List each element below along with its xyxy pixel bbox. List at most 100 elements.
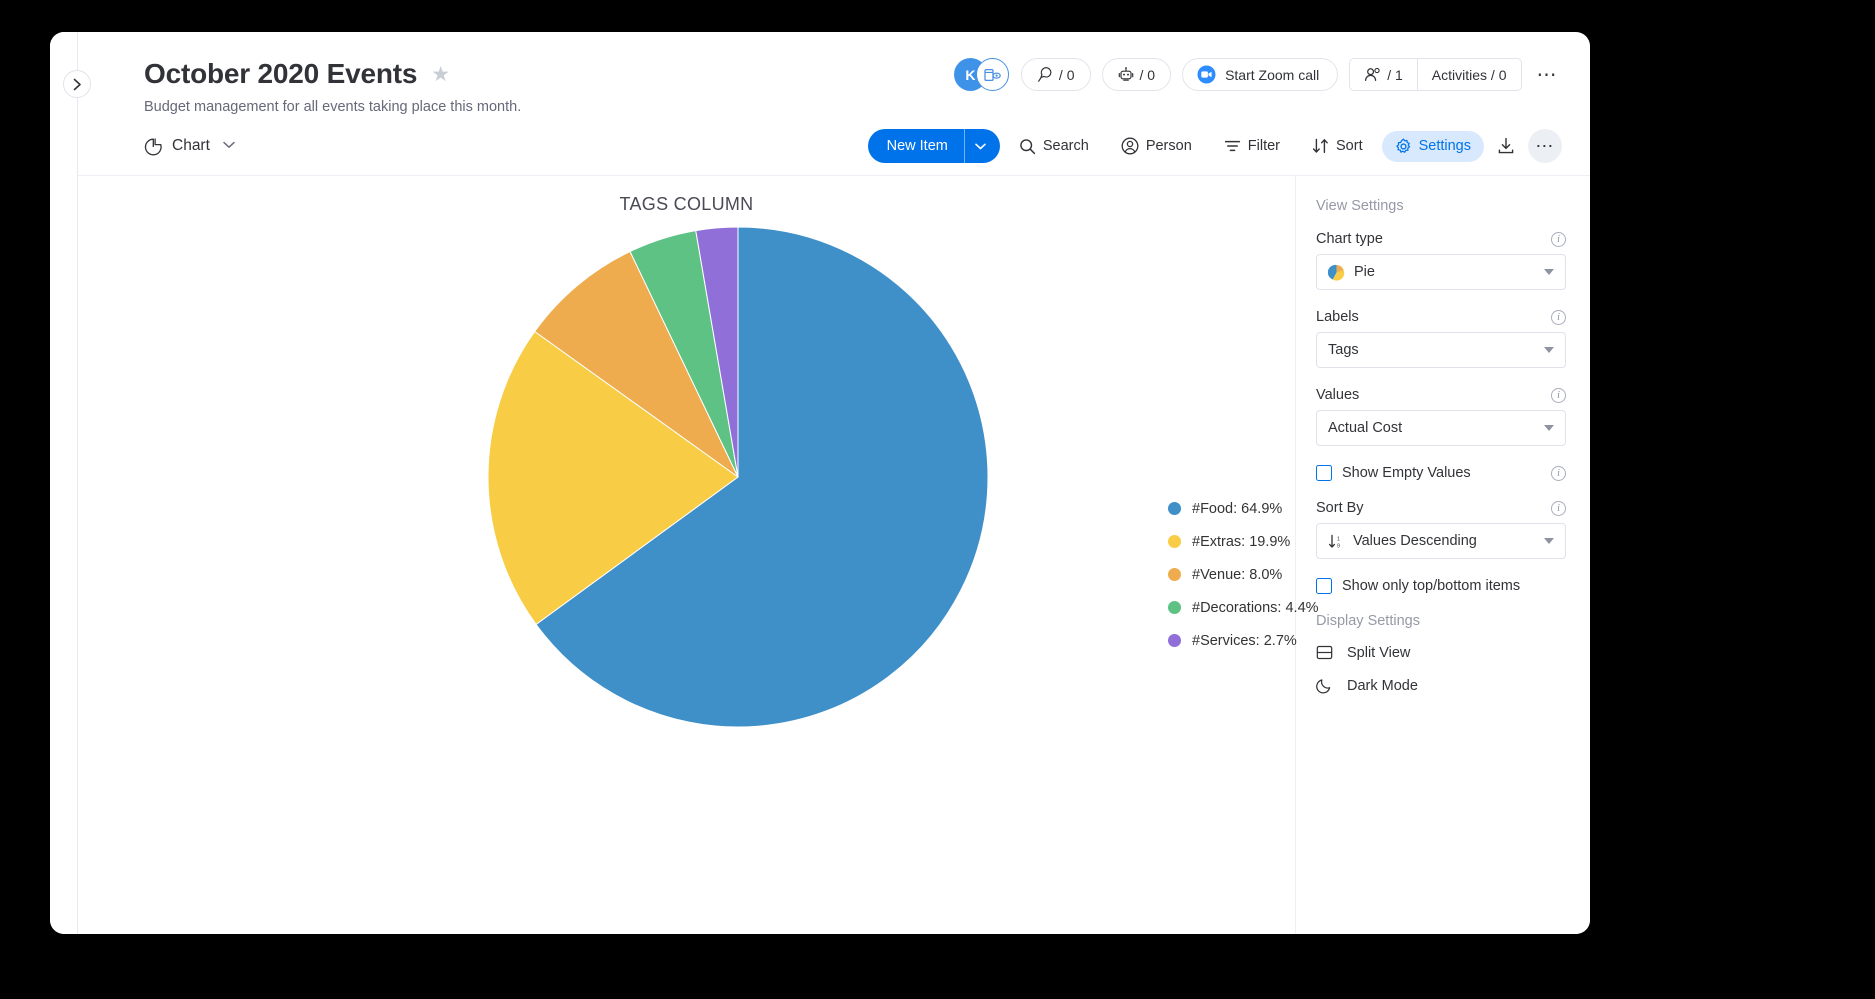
board-members-button[interactable]: / 1 <box>1350 59 1417 90</box>
values-value: Actual Cost <box>1328 420 1402 436</box>
svg-text:1: 1 <box>1337 536 1340 542</box>
split-view-icon <box>1316 644 1333 661</box>
header-actions: K <box>954 58 1562 91</box>
automations-button[interactable]: / 0 <box>1102 58 1172 91</box>
view-settings-title: View Settings <box>1316 198 1566 214</box>
board-body: TAGS COLUMN #Food: 64.9% #Extras: 19.9% #V… <box>78 175 1590 934</box>
show-empty-values-checkbox[interactable] <box>1316 465 1332 481</box>
legend-label: #Decorations: 4.4% <box>1192 600 1319 616</box>
display-settings-title: Display Settings <box>1316 613 1566 629</box>
automations-count: / 0 <box>1140 67 1156 83</box>
sort-button[interactable]: Sort <box>1299 131 1376 161</box>
members-count: / 1 <box>1387 67 1403 83</box>
moon-icon <box>1316 677 1333 694</box>
updates-button[interactable]: / 0 <box>1021 58 1091 91</box>
chart-title: TAGS COLUMN <box>78 176 1295 215</box>
chart-type-label: Chart type <box>1316 231 1383 247</box>
svg-text:9: 9 <box>1337 543 1340 549</box>
split-view-label: Split View <box>1347 645 1410 661</box>
robot-icon <box>1118 67 1134 83</box>
chevron-down-icon <box>1544 538 1554 544</box>
split-view-option[interactable]: Split View <box>1316 644 1566 661</box>
legend-label: #Services: 2.7% <box>1192 633 1297 649</box>
values-select[interactable]: Actual Cost <box>1316 410 1566 446</box>
start-zoom-call-button[interactable]: Start Zoom call <box>1182 58 1338 91</box>
info-icon[interactable]: i <box>1551 466 1566 481</box>
filter-label: Filter <box>1248 138 1280 154</box>
chart-type-value: Pie <box>1354 264 1375 280</box>
activities-label: Activities / 0 <box>1432 67 1507 83</box>
left-rail <box>50 32 78 934</box>
view-toolbar: Chart New Item <box>78 115 1590 175</box>
dark-mode-option[interactable]: Dark Mode <box>1316 677 1566 694</box>
show-empty-values-row[interactable]: Show Empty Values i <box>1316 465 1566 481</box>
show-top-bottom-label: Show only top/bottom items <box>1342 578 1520 594</box>
chart-canvas: #Food: 64.9%#Extras: 19.9%#Venue: 8.0%#D… <box>78 215 1295 934</box>
legend-item[interactable]: #Decorations: 4.4% <box>1168 600 1319 616</box>
legend-item[interactable]: #Extras: 19.9% <box>1168 534 1319 550</box>
info-icon[interactable]: i <box>1551 388 1566 403</box>
info-icon[interactable]: i <box>1551 232 1566 247</box>
labels-select[interactable]: Tags <box>1316 332 1566 368</box>
toolbar-actions: New Item Search <box>868 129 1562 163</box>
activities-button[interactable]: Activities / 0 <box>1417 59 1521 90</box>
person-label: Person <box>1146 138 1192 154</box>
chart-type-label-row: Chart type i <box>1316 231 1566 247</box>
chart-type-select[interactable]: Pie <box>1316 254 1566 290</box>
search-icon <box>1019 138 1036 155</box>
new-item-button[interactable]: New Item <box>868 129 1000 163</box>
search-button[interactable]: Search <box>1006 131 1102 162</box>
legend-swatch <box>1168 634 1181 647</box>
new-item-chevron-down-icon[interactable] <box>964 129 1000 163</box>
info-icon[interactable]: i <box>1551 501 1566 516</box>
download-icon[interactable] <box>1490 130 1522 162</box>
sort-by-select[interactable]: 1 9 Values Descending <box>1316 523 1566 559</box>
more-horizontal-icon[interactable]: ⋯ <box>1533 65 1563 85</box>
legend-swatch <box>1168 568 1181 581</box>
zoom-video-icon <box>1197 65 1216 84</box>
legend-label: #Extras: 19.9% <box>1192 534 1290 550</box>
new-item-label: New Item <box>868 129 964 163</box>
legend-label: #Venue: 8.0% <box>1192 567 1282 583</box>
pie-icon <box>1328 264 1345 281</box>
legend-item[interactable]: #Venue: 8.0% <box>1168 567 1319 583</box>
gear-icon <box>1395 138 1412 155</box>
members-activities-group: / 1 Activities / 0 <box>1349 58 1521 91</box>
sort-icon <box>1312 138 1329 154</box>
pie-chart[interactable] <box>488 227 988 727</box>
dark-mode-label: Dark Mode <box>1347 678 1418 694</box>
view-settings-panel: View Settings Chart type i Pie <box>1295 176 1590 934</box>
settings-button[interactable]: Settings <box>1382 131 1484 162</box>
board-description: Budget management for all events taking … <box>144 99 1560 115</box>
show-top-bottom-row[interactable]: Show only top/bottom items <box>1316 578 1566 594</box>
people-icon <box>1364 67 1382 82</box>
legend-swatch <box>1168 502 1181 515</box>
start-zoom-call-label: Start Zoom call <box>1225 67 1319 83</box>
values-label: Values <box>1316 387 1359 403</box>
avatar-group: K <box>954 58 1010 91</box>
labels-value: Tags <box>1328 342 1359 358</box>
chevron-right-icon[interactable] <box>63 70 91 98</box>
legend-swatch <box>1168 601 1181 614</box>
desktop-background: October 2020 Events ★ Budget management … <box>0 0 1875 999</box>
info-icon[interactable]: i <box>1551 310 1566 325</box>
legend-item[interactable]: #Food: 64.9% <box>1168 501 1319 517</box>
filter-icon <box>1224 139 1241 153</box>
legend-item[interactable]: #Services: 2.7% <box>1168 633 1319 649</box>
chevron-down-icon <box>1544 425 1554 431</box>
toolbar-more-horizontal-icon[interactable]: ⋯ <box>1528 129 1562 163</box>
settings-label: Settings <box>1419 138 1471 154</box>
chart-area: TAGS COLUMN #Food: 64.9% #Extras: 19.9% #V… <box>78 176 1295 934</box>
filter-button[interactable]: Filter <box>1211 131 1293 161</box>
chevron-down-icon[interactable] <box>223 140 235 152</box>
tab-chart[interactable]: Chart <box>144 137 235 156</box>
sort-by-value: Values Descending <box>1353 533 1477 549</box>
chevron-down-icon <box>1544 347 1554 353</box>
legend-label: #Food: 64.9% <box>1192 501 1282 517</box>
star-icon[interactable]: ★ <box>431 64 450 85</box>
app-window: October 2020 Events ★ Budget management … <box>50 32 1590 934</box>
board-watch-icon[interactable] <box>976 58 1009 91</box>
person-filter-button[interactable]: Person <box>1108 130 1205 162</box>
legend-swatch <box>1168 535 1181 548</box>
pie-chart-icon <box>144 137 163 156</box>
